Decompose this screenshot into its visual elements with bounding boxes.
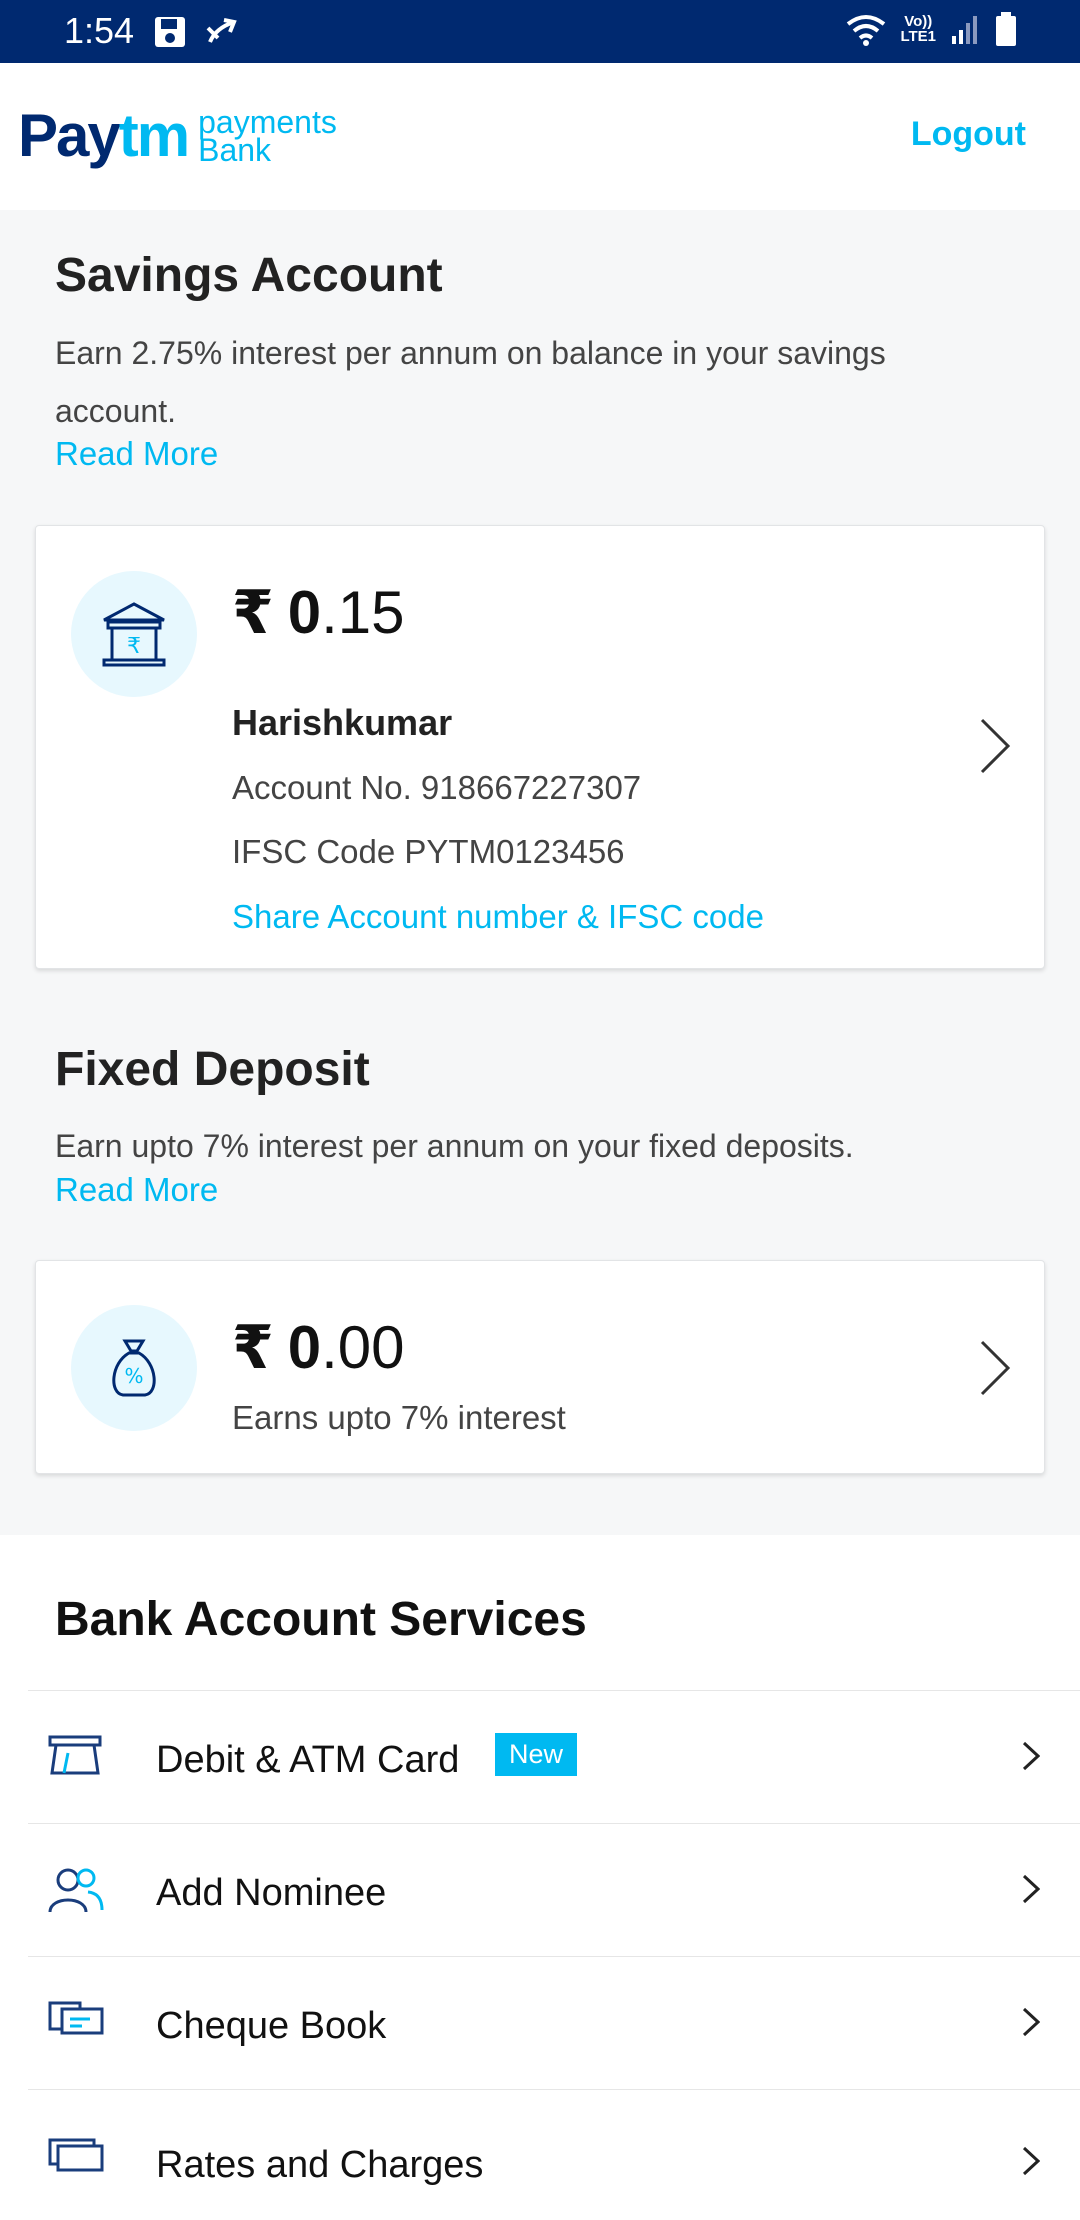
volte-indicator: Vo)) LTE1 <box>900 13 936 45</box>
svg-text:%: % <box>124 1364 143 1388</box>
service-label: Add Nominee <box>156 1872 387 1914</box>
fixed-deposit-card[interactable]: % ₹0.00 Earns upto 7% interest <box>35 1260 1045 1474</box>
cheque-book-icon <box>48 2001 104 2035</box>
fixed-deposit-read-more-link[interactable]: Read More <box>55 1171 218 1209</box>
ifsc-code: IFSC Code PYTM0123456 <box>232 833 625 870</box>
savings-account-description: Earn 2.75% interest per annum on balance… <box>55 335 886 429</box>
signal-icon <box>952 16 977 44</box>
share-account-details-link[interactable]: Share Account number & IFSC code <box>232 898 764 936</box>
service-label: Rates and Charges <box>156 2144 484 2186</box>
new-badge: New <box>495 1733 578 1776</box>
savings-read-more-link[interactable]: Read More <box>55 435 218 473</box>
money-bag-icon-badge: % <box>71 1305 197 1431</box>
service-add-nominee[interactable]: Add Nominee <box>28 1823 1080 1956</box>
status-bar: 1:54 Vo)) LTE1 <box>0 0 1080 63</box>
app-header: Paytm payments Bank Logout <box>0 63 1080 210</box>
bank-rupee-icon: ₹ <box>102 602 166 667</box>
savings-account-title: Savings Account <box>55 249 443 302</box>
atm-card-icon <box>48 1735 102 1775</box>
svg-text:₹: ₹ <box>127 634 141 659</box>
status-system-icons: Vo)) LTE1 <box>846 12 1018 46</box>
bank-icon-badge: ₹ <box>71 571 197 697</box>
savings-balance: ₹0.15 <box>232 579 405 646</box>
service-debit-atm-card[interactable]: Debit & ATM Card New <box>28 1690 1080 1823</box>
chevron-right-icon <box>1022 1874 1040 1904</box>
service-rates-and-charges[interactable]: Rates and Charges <box>28 2089 1080 2220</box>
fixed-deposit-title: Fixed Deposit <box>55 1043 370 1096</box>
paytm-payments-bank-logo: Paytm payments Bank <box>18 102 337 169</box>
service-label: Cheque Book <box>156 2005 387 2047</box>
account-number: Account No. 918667227307 <box>232 769 642 806</box>
nominee-icon <box>48 1868 104 1913</box>
bank-account-services-title: Bank Account Services <box>55 1593 587 1646</box>
fixed-deposit-interest-note: Earns upto 7% interest <box>232 1399 566 1436</box>
chevron-right-icon <box>1022 2146 1040 2176</box>
save-notification-icon <box>155 17 185 47</box>
wifi-icon <box>847 15 886 46</box>
status-notification-icons <box>152 14 240 50</box>
logout-button[interactable]: Logout <box>911 115 1026 154</box>
chevron-right-icon[interactable] <box>978 716 1014 776</box>
accounts-section: Savings Account Earn 2.75% interest per … <box>0 210 1080 1535</box>
chevron-right-icon <box>1022 2007 1040 2037</box>
savings-account-card[interactable]: ₹ ₹0.15 Harishkumar Account No. 91866722… <box>35 525 1045 969</box>
rates-card-icon <box>48 2138 104 2172</box>
service-cheque-book[interactable]: Cheque Book <box>28 1956 1080 2089</box>
chevron-right-icon[interactable] <box>978 1338 1014 1398</box>
money-bag-percent-icon: % <box>112 1339 156 1397</box>
status-time: 1:54 <box>64 10 135 51</box>
fixed-deposit-balance: ₹0.00 <box>232 1314 405 1381</box>
missed-call-icon <box>206 18 237 43</box>
fixed-deposit-description: Earn upto 7% interest per annum on your … <box>55 1128 854 1164</box>
battery-icon <box>996 12 1016 46</box>
service-label: Debit & ATM Card <box>156 1739 460 1781</box>
chevron-right-icon <box>1022 1741 1040 1771</box>
account-holder-name: Harishkumar <box>232 702 453 743</box>
